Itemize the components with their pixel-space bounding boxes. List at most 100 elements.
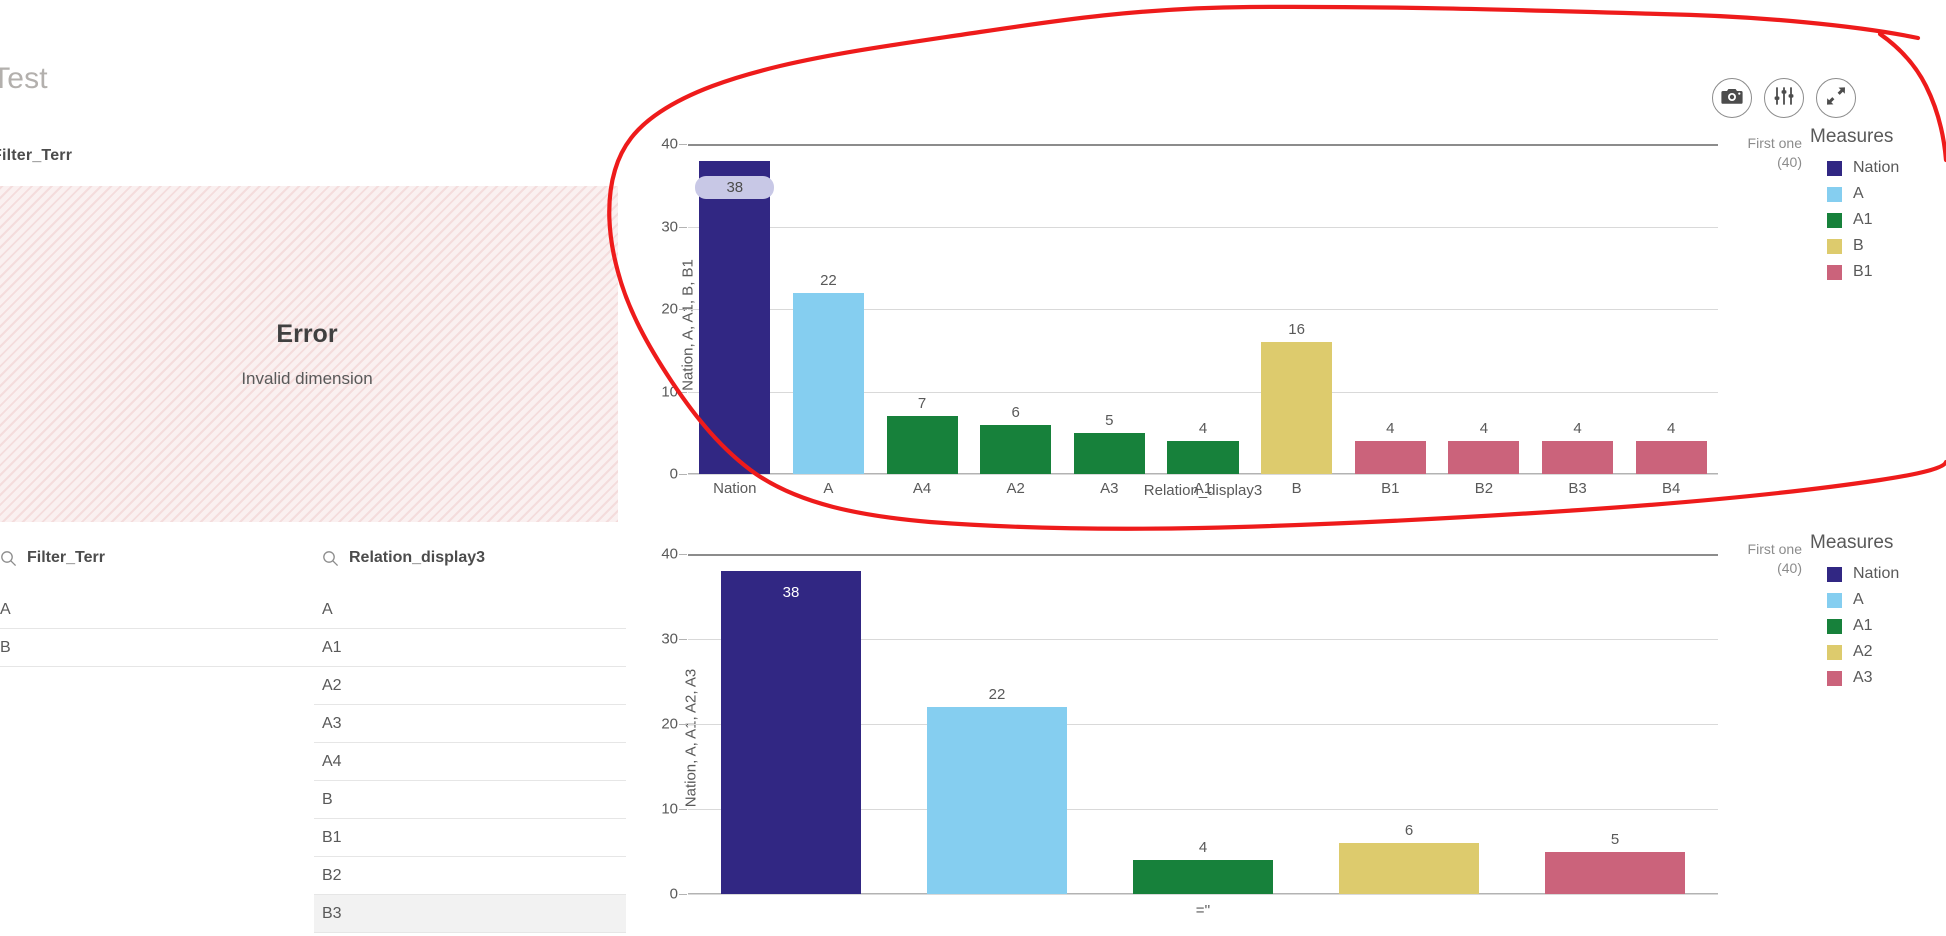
list-item[interactable]: A3 bbox=[314, 705, 626, 743]
bar-slot[interactable]: 4 B3 bbox=[1531, 144, 1625, 497]
bar-slot[interactable]: 6 bbox=[1306, 554, 1512, 894]
bar[interactable] bbox=[1073, 432, 1145, 474]
x-category-label[interactable]: A2 bbox=[969, 480, 1063, 497]
bar-slot[interactable]: 4 bbox=[1100, 554, 1306, 894]
x-category-label[interactable]: B3 bbox=[1531, 480, 1625, 497]
gridline bbox=[688, 474, 1718, 475]
bar[interactable] bbox=[792, 292, 864, 474]
x-category-label[interactable]: Nation bbox=[688, 480, 782, 497]
legend-item[interactable]: A1 bbox=[1810, 207, 1899, 233]
sheet-title: Test bbox=[0, 62, 48, 95]
legend-note: First one (40) bbox=[1728, 532, 1802, 691]
x-category-label[interactable]: A3 bbox=[1063, 480, 1157, 497]
bar-slot[interactable]: 4 B1 bbox=[1343, 144, 1437, 497]
legend-label: A bbox=[1853, 185, 1864, 202]
legend-item[interactable]: A bbox=[1810, 181, 1899, 207]
y-tick-label: 10 bbox=[661, 383, 678, 400]
bar[interactable] bbox=[720, 571, 862, 894]
x-category-label[interactable]: B bbox=[1250, 480, 1344, 497]
list-item[interactable]: A2 bbox=[314, 667, 626, 705]
bar[interactable] bbox=[1167, 441, 1239, 474]
bar-slot[interactable]: 5 A3 bbox=[1063, 144, 1157, 497]
bar[interactable] bbox=[1132, 860, 1274, 894]
x-category-label[interactable]: B4 bbox=[1624, 480, 1718, 497]
bar[interactable] bbox=[699, 160, 771, 474]
bar[interactable] bbox=[980, 424, 1052, 474]
legend-item[interactable]: Nation bbox=[1810, 561, 1899, 587]
search-icon[interactable] bbox=[0, 550, 17, 567]
legend-swatch bbox=[1827, 212, 1842, 228]
bar[interactable] bbox=[1354, 441, 1426, 474]
list-item[interactable]: A4 bbox=[314, 743, 626, 781]
bar-slot[interactable]: 38 bbox=[688, 554, 894, 894]
legend-label: A bbox=[1853, 591, 1864, 608]
x-category-label[interactable]: B1 bbox=[1343, 480, 1437, 497]
bar-slot[interactable]: 22 A bbox=[782, 144, 876, 497]
error-title: Error bbox=[276, 319, 338, 348]
list-item[interactable]: A bbox=[314, 591, 626, 629]
x-category-label[interactable]: A bbox=[782, 480, 876, 497]
list-item[interactable]: A1 bbox=[314, 629, 626, 667]
legend-item[interactable]: B1 bbox=[1810, 259, 1899, 285]
legend-item[interactable]: B bbox=[1810, 233, 1899, 259]
legend-label: B bbox=[1853, 237, 1864, 254]
legend-items: Nation A A1 A2 A3 bbox=[1810, 561, 1899, 691]
bar-slot[interactable]: 5 bbox=[1512, 554, 1718, 894]
legend-label: A1 bbox=[1853, 617, 1873, 634]
bar-slot[interactable]: 38 Nation bbox=[688, 144, 782, 497]
list-item[interactable]: B1 bbox=[314, 819, 626, 857]
search-icon[interactable] bbox=[322, 550, 339, 567]
bar-slot[interactable]: 16 B bbox=[1250, 144, 1344, 497]
x-category-label[interactable]: B2 bbox=[1437, 480, 1531, 497]
bar-slot[interactable]: 4 A1 bbox=[1156, 144, 1250, 497]
y-tick-label: 0 bbox=[669, 885, 678, 903]
snapshot-button[interactable] bbox=[1712, 78, 1752, 118]
bar-slot[interactable]: 4 B2 bbox=[1437, 144, 1531, 497]
y-tick-label: 10 bbox=[661, 800, 678, 818]
legend-label: Nation bbox=[1853, 159, 1900, 176]
bar-chart-top[interactable]: Nation, A, A1, B, B1 Relation_display3 0… bbox=[620, 126, 1946, 520]
y-tick-label: 40 bbox=[661, 545, 678, 563]
bar[interactable] bbox=[1261, 342, 1333, 474]
legend-title: Measures bbox=[1810, 532, 1894, 553]
plot-area[interactable]: 0 10 20 30 40 38 Nation 22 A 7 A4 6 A2 5 A3 4 A1 16 B… bbox=[661, 136, 1718, 497]
bar[interactable] bbox=[1541, 441, 1614, 474]
bar-value-label: 6 bbox=[1404, 822, 1414, 839]
bar-slot[interactable]: 22 bbox=[894, 554, 1100, 894]
listbox-relation-display3[interactable]: Relation_display3 A A1 A2 A3 A4 B B1 B2 … bbox=[314, 545, 626, 933]
bar-slot[interactable]: 4 B4 bbox=[1624, 144, 1718, 497]
camera-icon bbox=[1721, 86, 1743, 111]
fullscreen-button[interactable] bbox=[1816, 78, 1856, 118]
list-item[interactable]: B2 bbox=[314, 857, 626, 895]
legend-label: A3 bbox=[1853, 669, 1873, 686]
legend-label: B1 bbox=[1853, 263, 1873, 280]
plot-area[interactable]: 0 10 20 30 40 38 22 4 6 5 bbox=[661, 546, 1718, 903]
bar-value-label: 5 bbox=[1610, 830, 1620, 848]
list-item[interactable]: B3 bbox=[314, 895, 626, 933]
bar-value-label: 4 bbox=[1386, 420, 1395, 437]
bar[interactable] bbox=[886, 416, 958, 474]
settings-button[interactable] bbox=[1764, 78, 1804, 118]
x-category-label[interactable]: A4 bbox=[875, 480, 969, 497]
expand-icon bbox=[1825, 85, 1847, 112]
bar[interactable] bbox=[926, 707, 1068, 894]
legend-item[interactable]: A2 bbox=[1810, 639, 1899, 665]
legend-items: Nation A A1 B B1 bbox=[1810, 155, 1899, 285]
chart-toolbar bbox=[1712, 78, 1856, 118]
bar[interactable] bbox=[1544, 851, 1686, 894]
bar[interactable] bbox=[1448, 441, 1520, 474]
error-panel: Error Invalid dimension bbox=[0, 186, 618, 522]
bar[interactable] bbox=[1635, 441, 1707, 474]
bar-value-label: 16 bbox=[1288, 321, 1305, 338]
x-category-label[interactable]: A1 bbox=[1156, 480, 1250, 497]
legend-item[interactable]: A1 bbox=[1810, 613, 1899, 639]
listbox-header[interactable]: Relation_display3 bbox=[314, 545, 626, 571]
legend-item[interactable]: A3 bbox=[1810, 665, 1899, 691]
legend-item[interactable]: Nation bbox=[1810, 155, 1899, 181]
bar[interactable] bbox=[1338, 843, 1480, 894]
bar-chart-bottom[interactable]: Nation, A, A1, A2, A3 ='' 0 10 20 30 40 … bbox=[620, 532, 1946, 936]
legend-item[interactable]: A bbox=[1810, 587, 1899, 613]
list-item[interactable]: B bbox=[314, 781, 626, 819]
bar-slot[interactable]: 7 A4 bbox=[875, 144, 969, 497]
bar-slot[interactable]: 6 A2 bbox=[969, 144, 1063, 497]
